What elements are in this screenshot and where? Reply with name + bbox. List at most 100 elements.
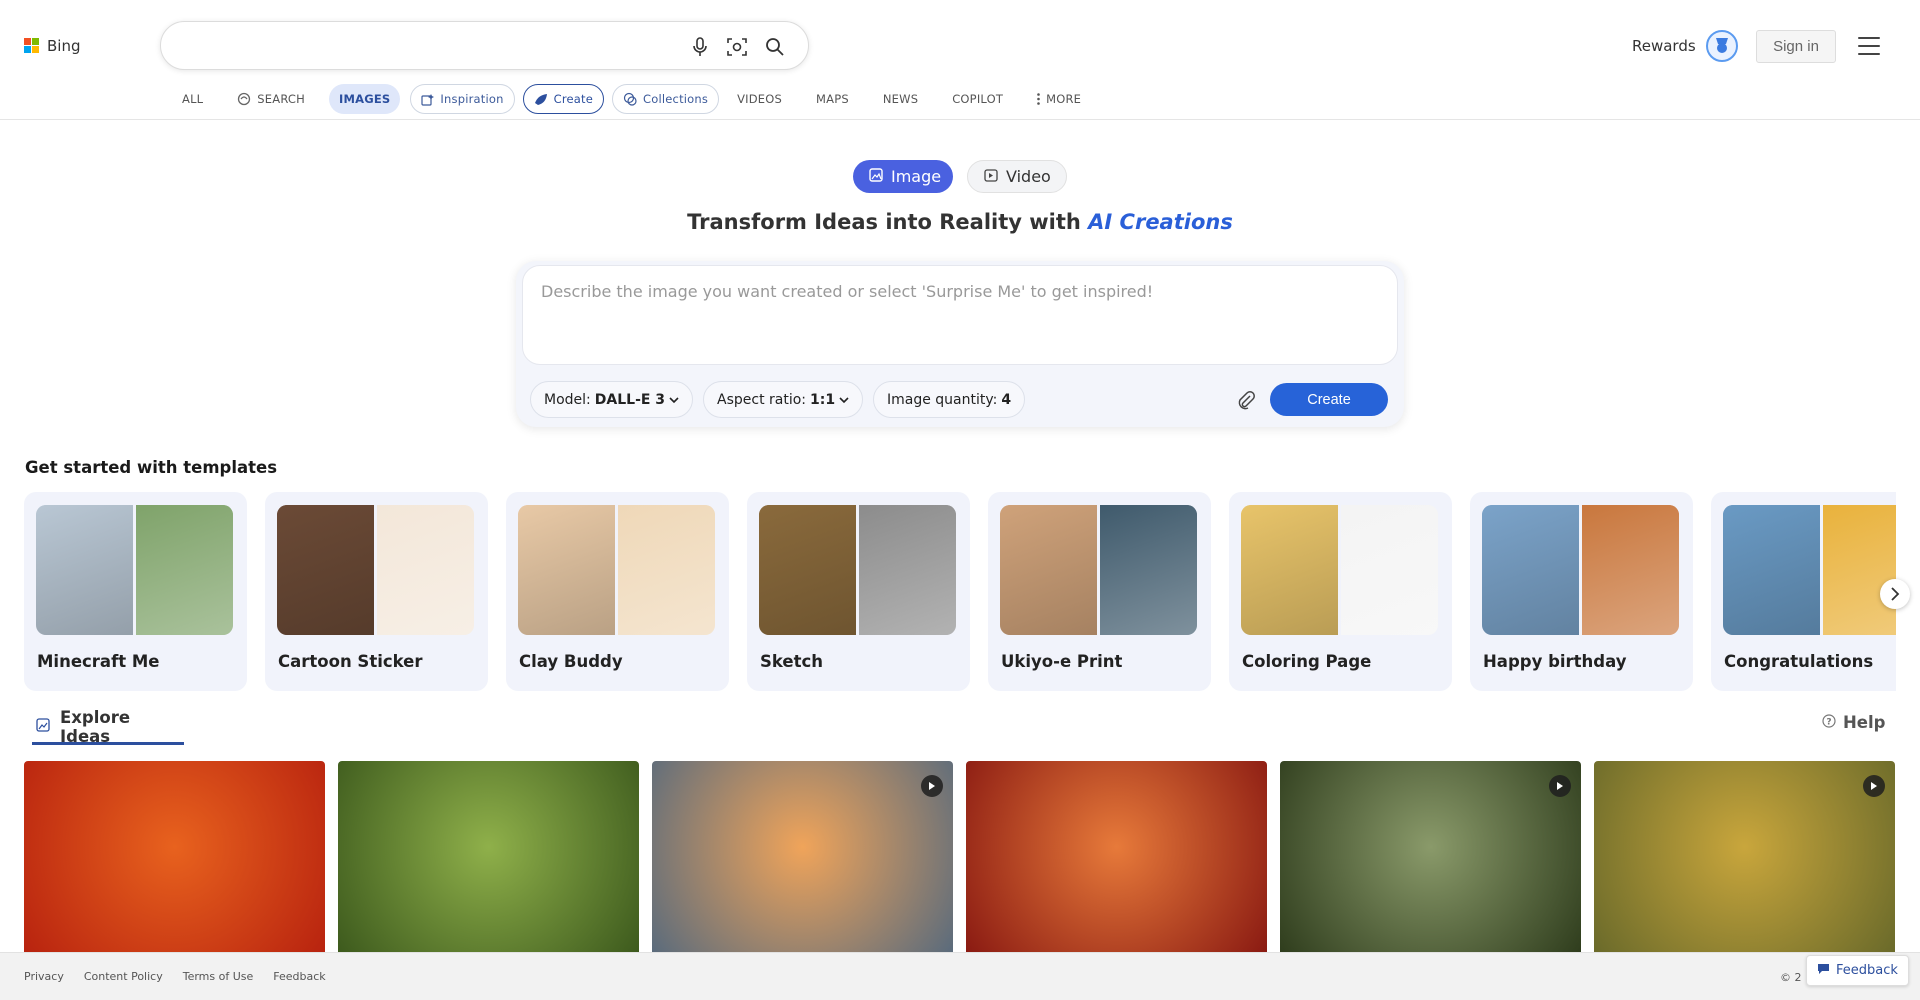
image-mode-button[interactable]: Image: [853, 160, 953, 193]
template-preview-image: [1482, 505, 1679, 635]
quantity-label: Image quantity:: [887, 391, 998, 408]
template-preview-image: [1000, 505, 1197, 635]
tab-more-label: MORE: [1046, 92, 1082, 106]
model-value: DALL-E 3: [594, 391, 666, 408]
chevron-down-icon: [839, 392, 849, 408]
svg-text:?: ?: [1826, 718, 1831, 728]
header: Bing Rewards Sign in ALL SEARCH IMAGES I…: [0, 0, 1920, 120]
explore-image-space-needle[interactable]: [652, 761, 953, 952]
tab-collections[interactable]: Collections: [612, 84, 720, 114]
template-card[interactable]: Congratulations: [1711, 492, 1896, 691]
prompt-input[interactable]: [523, 266, 1397, 364]
search-input[interactable]: [181, 34, 641, 58]
tab-news[interactable]: NEWS: [873, 84, 928, 114]
quantity-value: 4: [1001, 391, 1012, 408]
template-preview-image: [36, 505, 233, 635]
explore-ideas-tab[interactable]: Explore Ideas: [32, 708, 184, 746]
attach-paperclip-icon[interactable]: [1233, 387, 1259, 413]
template-card[interactable]: Ukiyo-e Print: [988, 492, 1211, 691]
tab-search[interactable]: SEARCH: [227, 84, 315, 114]
template-label: Clay Buddy: [519, 652, 623, 671]
explore-image-capybara[interactable]: [1594, 761, 1895, 952]
prompt-area: [522, 265, 1398, 365]
footer-link[interactable]: Privacy: [24, 970, 64, 983]
search-box[interactable]: [160, 21, 809, 70]
explore-gallery: [24, 761, 1896, 952]
footer-link[interactable]: Terms of Use: [183, 970, 254, 983]
footer-link[interactable]: Feedback: [273, 970, 325, 983]
footer-links: Privacy Content Policy Terms of Use Feedbac…: [24, 970, 326, 983]
tab-inspiration[interactable]: Inspiration: [410, 84, 515, 114]
model-selector[interactable]: Model: DALL-E 3: [530, 381, 694, 418]
template-preview-image: [277, 505, 474, 635]
tab-inspiration-label: Inspiration: [440, 92, 504, 106]
explore-image-bench-aerial[interactable]: [1280, 761, 1581, 952]
template-label: Cartoon Sticker: [278, 652, 423, 671]
tab-maps[interactable]: MAPS: [806, 84, 859, 114]
feedback-button[interactable]: Feedback: [1806, 955, 1909, 986]
tab-images[interactable]: IMAGES: [329, 84, 401, 114]
model-label: Model:: [544, 391, 591, 408]
aspect-value: 1:1: [810, 391, 836, 408]
microphone-icon[interactable]: [688, 35, 712, 59]
tab-create-label: Create: [553, 92, 594, 106]
video-mode-button[interactable]: Video: [967, 160, 1067, 193]
explore-image-anime-girl[interactable]: [966, 761, 1267, 952]
search-icon[interactable]: [763, 35, 787, 59]
feedback-label: Feedback: [1836, 963, 1898, 978]
template-card[interactable]: Coloring Page: [1229, 492, 1452, 691]
play-icon: [1863, 775, 1885, 797]
template-card[interactable]: Happy birthday: [1470, 492, 1693, 691]
tab-collections-label: Collections: [643, 92, 709, 106]
template-preview-image: [1723, 505, 1896, 635]
menu-icon[interactable]: [1858, 37, 1880, 55]
explore-image-forest-light[interactable]: [338, 761, 639, 952]
more-dots-icon: [1037, 93, 1040, 105]
help-label: Help: [1843, 713, 1886, 732]
play-icon: [921, 775, 943, 797]
help-icon: ?: [1822, 713, 1836, 732]
vertical-nav: ALL SEARCH IMAGES Inspiration Create Col…: [172, 83, 1105, 115]
tab-all[interactable]: ALL: [172, 84, 213, 114]
template-preview-image: [1241, 505, 1438, 635]
template-card[interactable]: Clay Buddy: [506, 492, 729, 691]
tab-search-label: SEARCH: [257, 92, 306, 106]
image-mode-label: Image: [891, 167, 942, 186]
template-card[interactable]: Sketch: [747, 492, 970, 691]
template-card[interactable]: Minecraft Me: [24, 492, 247, 691]
explore-image-lunar-horse[interactable]: [24, 761, 325, 952]
video-mode-icon: [984, 167, 998, 186]
feedback-icon: [1817, 963, 1830, 979]
visual-search-icon[interactable]: [725, 35, 749, 59]
help-link[interactable]: ? Help: [1822, 713, 1885, 732]
image-quantity-selector[interactable]: Image quantity: 4: [873, 381, 1026, 418]
rewards-button[interactable]: Rewards: [1632, 30, 1738, 62]
template-card[interactable]: Cartoon Sticker: [265, 492, 488, 691]
tab-more[interactable]: MORE: [1027, 84, 1091, 114]
templates-carousel: Minecraft Me Cartoon Sticker Clay Buddy Ske…: [24, 492, 1896, 692]
chevron-down-icon: [669, 392, 679, 408]
create-brush-icon: [534, 93, 548, 106]
tab-copilot[interactable]: COPILOT: [942, 84, 1013, 114]
aspect-ratio-selector[interactable]: Aspect ratio: 1:1: [703, 381, 864, 418]
sign-in-button[interactable]: Sign in: [1756, 30, 1836, 63]
collections-icon: [623, 92, 637, 106]
microsoft-logo-icon: [24, 38, 40, 54]
image-mode-icon: [869, 167, 883, 186]
rewards-medal-icon: [1705, 30, 1738, 62]
create-button[interactable]: Create: [1270, 383, 1388, 416]
creation-mode-toggle: Image Video: [853, 160, 1067, 193]
footer-link[interactable]: Content Policy: [84, 970, 163, 983]
aspect-label: Aspect ratio:: [717, 391, 807, 408]
tab-create[interactable]: Create: [522, 84, 605, 114]
tab-videos[interactable]: VIDEOS: [727, 84, 792, 114]
template-label: Sketch: [760, 652, 824, 671]
template-label: Coloring Page: [1242, 652, 1372, 671]
title-text: Transform Ideas into Reality with: [687, 210, 1089, 234]
explore-icon: [36, 717, 50, 736]
play-icon: [1549, 775, 1571, 797]
carousel-next-arrow-icon[interactable]: [1880, 579, 1910, 609]
bing-logo[interactable]: Bing: [24, 37, 81, 55]
brand-name: Bing: [47, 37, 81, 55]
template-label: Happy birthday: [1483, 652, 1627, 671]
